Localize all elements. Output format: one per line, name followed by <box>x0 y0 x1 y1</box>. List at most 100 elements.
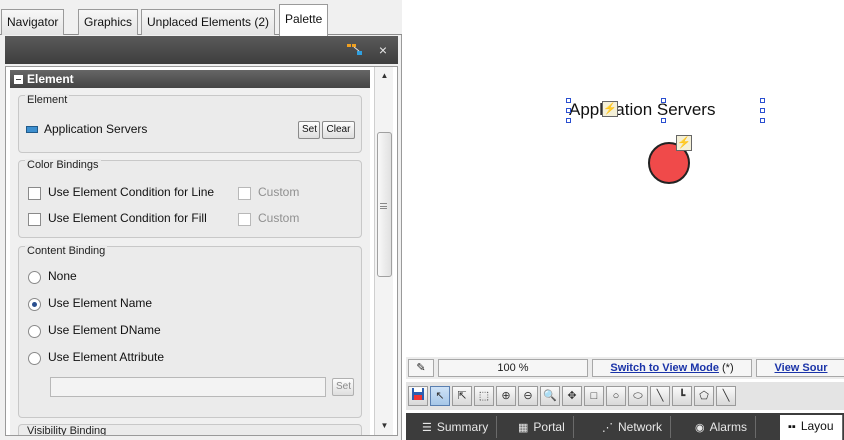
tab-alarms[interactable]: ◉ Alarms <box>687 416 756 438</box>
rectangle-tool-icon[interactable]: □ <box>584 386 604 406</box>
selection-handle[interactable] <box>760 98 765 103</box>
radio-element-attribute-label: Use Element Attribute <box>48 350 165 364</box>
color-bindings-title: Color Bindings <box>25 159 101 171</box>
edit-icon[interactable]: ✎ <box>408 359 434 377</box>
section-title: Element <box>27 72 74 86</box>
drawing-toolbar: ↖ ⇱ ⬚ ⊕ ⊖ 🔍 ✥ □ ○ ⬭ ╲ ┗ ⬠ ╲ <box>406 382 844 410</box>
panel-header-bar: × <box>5 36 398 64</box>
element-group: Element Application Servers Set Clear <box>18 94 362 153</box>
selection-handle[interactable] <box>661 118 666 123</box>
polygon-tool-icon[interactable]: ⬠ <box>694 386 714 406</box>
tab-graphics[interactable]: Graphics <box>78 9 139 35</box>
connector-tool-icon[interactable]: ┗ <box>672 386 692 406</box>
tab-layout-label: Layou <box>800 419 834 433</box>
fill-custom-checkbox[interactable] <box>238 213 251 226</box>
content-binding-title: Content Binding <box>25 245 108 257</box>
set-attribute-button[interactable]: Set <box>332 378 354 396</box>
visibility-binding-group: Visibility Binding <box>18 424 362 436</box>
canvas-info-bar: ✎ 100 % Switch to View Mode (*) View Sou… <box>406 357 844 379</box>
switch-view-mode[interactable]: Switch to View Mode (*) <box>592 359 752 377</box>
tab-portal-label: Portal <box>533 420 565 434</box>
switch-view-mode-suffix: (*) <box>722 362 734 374</box>
pan-select-icon[interactable]: ⇱ <box>452 386 472 406</box>
tab-summary-label: Summary <box>436 420 489 434</box>
zoom-out-icon[interactable]: ⊖ <box>518 386 538 406</box>
tab-unplaced-elements[interactable]: Unplaced Elements (2) <box>141 9 276 35</box>
selection-handle[interactable] <box>661 98 666 103</box>
node-label[interactable]: Application Servers <box>569 100 715 120</box>
line-custom-label: Custom <box>258 185 300 199</box>
selection-handle[interactable] <box>566 118 571 123</box>
line-custom-checkbox[interactable] <box>238 187 251 200</box>
selection-handle[interactable] <box>760 118 765 123</box>
content-binding-group: Content Binding None Use Element Name Us… <box>18 245 362 418</box>
element-group-title: Element <box>25 94 70 106</box>
selection-handle[interactable] <box>566 98 571 103</box>
fill-condition-label: Use Element Condition for Fill <box>48 211 207 225</box>
layout-canvas[interactable]: Application Servers ⚡ ⚡ <box>403 0 844 353</box>
tab-network-label: Network <box>618 420 663 434</box>
ellipse-tool-icon[interactable]: ⬭ <box>628 386 648 406</box>
attribute-field[interactable] <box>50 377 326 397</box>
line-condition-checkbox[interactable] <box>28 187 41 200</box>
clear-element-button[interactable]: Clear <box>322 121 355 139</box>
switch-view-mode-link[interactable]: Switch to View Mode <box>610 362 719 374</box>
panel-tabbar: Navigator Graphics Unplaced Elements (2)… <box>0 0 402 36</box>
lightning-status-icon: ⚡ <box>602 101 618 117</box>
scroll-up-icon[interactable]: ▲ <box>375 67 394 85</box>
tab-layout[interactable]: ▪▪ Layou <box>780 415 843 440</box>
summary-icon: ☰ <box>422 422 432 434</box>
radio-none[interactable] <box>28 271 41 284</box>
selection-handle[interactable] <box>566 108 571 113</box>
layout-icon: ▪▪ <box>788 421 796 433</box>
portal-icon: ▦ <box>518 422 529 434</box>
select-pointer-icon[interactable]: ↖ <box>430 386 450 406</box>
selection-handle[interactable] <box>760 108 765 113</box>
close-icon[interactable]: × <box>374 40 392 60</box>
alarms-icon: ◉ <box>695 422 705 434</box>
radio-element-name[interactable] <box>28 298 41 311</box>
radio-element-attribute[interactable] <box>28 352 41 365</box>
collapse-icon[interactable] <box>14 75 23 84</box>
color-bindings-group: Color Bindings Use Element Condition for… <box>18 159 362 238</box>
lightning-status-icon: ⚡ <box>676 135 692 151</box>
radio-element-dname-label: Use Element DName <box>48 323 161 337</box>
view-source[interactable]: View Sour <box>756 359 844 377</box>
tab-palette[interactable]: Palette <box>279 4 329 36</box>
radio-element-name-label: Use Element Name <box>48 296 153 310</box>
zoom-level[interactable]: 100 % <box>438 359 588 377</box>
radio-none-label: None <box>48 269 77 283</box>
line-condition-label: Use Element Condition for Line <box>48 185 215 199</box>
layout-icon[interactable] <box>346 43 364 57</box>
visibility-binding-title: Visibility Binding <box>25 425 109 436</box>
radio-element-dname[interactable] <box>28 325 41 338</box>
grip-icon <box>380 203 387 209</box>
line-tool-icon[interactable]: ╲ <box>650 386 670 406</box>
view-source-link[interactable]: View Sour <box>775 362 828 374</box>
section-header-element[interactable]: Element <box>10 70 370 88</box>
polyline-tool-icon[interactable]: ╲ <box>716 386 736 406</box>
tab-alarms-label: Alarms <box>709 420 747 434</box>
palette-panel: Navigator Graphics Unplaced Elements (2)… <box>0 0 402 440</box>
marquee-select-icon[interactable]: ⬚ <box>474 386 494 406</box>
zoom-fit-icon[interactable]: 🔍 <box>540 386 560 406</box>
tab-network[interactable]: ⋰ Network <box>594 416 672 438</box>
bottom-tab-bar: ☰ Summary ▦ Portal ⋰ Network ◉ Alarms ▪▪ Layo… <box>406 413 844 440</box>
tab-summary[interactable]: ☰ Summary <box>414 416 498 438</box>
zoom-in-icon[interactable]: ⊕ <box>496 386 516 406</box>
save-icon[interactable] <box>408 386 428 406</box>
section-content: Element Application Servers Set Clear Co… <box>10 88 370 436</box>
tab-portal[interactable]: ▦ Portal <box>510 416 574 438</box>
tab-navigator[interactable]: Navigator <box>1 9 65 35</box>
network-icon: ⋰ <box>602 422 613 434</box>
properties-scroll-area: Element Element Application Servers Set … <box>5 66 398 436</box>
circle-tool-icon[interactable]: ○ <box>606 386 626 406</box>
element-name: Application Servers <box>44 122 148 136</box>
move-icon[interactable]: ✥ <box>562 386 582 406</box>
element-type-icon <box>26 126 38 133</box>
fill-condition-checkbox[interactable] <box>28 213 41 226</box>
vertical-scrollbar[interactable]: ▲ ▼ <box>374 67 393 435</box>
set-element-button[interactable]: Set <box>298 121 320 139</box>
fill-custom-label: Custom <box>258 211 300 225</box>
scroll-down-icon[interactable]: ▼ <box>375 417 394 435</box>
